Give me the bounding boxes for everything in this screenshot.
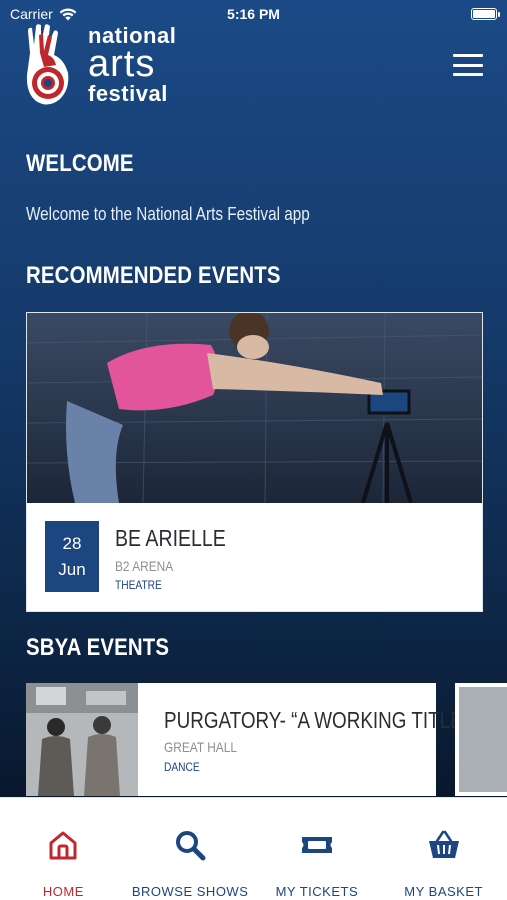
tab-my-tickets[interactable]: MY TICKETS — [254, 798, 381, 900]
recommended-event-card[interactable]: 28 Jun BE ARIELLE B2 ARENA THEATRE — [26, 312, 483, 612]
logo-line-2: arts — [88, 43, 156, 85]
bottom-tab-bar: HOME BROWSE SHOWS MY TICKETS MY BASKET — [0, 797, 507, 900]
sbya-event-venue: GREAT HALL — [164, 739, 237, 755]
app-header: national arts festival — [24, 22, 483, 108]
tab-home-label: HOME — [42, 884, 84, 899]
event-photo-art — [27, 313, 482, 503]
tab-home[interactable]: HOME — [0, 798, 127, 900]
recommended-heading: RECOMMENDED EVENTS — [26, 262, 281, 289]
sbya-event-card-next[interactable] — [455, 683, 507, 796]
battery-icon — [471, 8, 500, 20]
tab-my-basket-label: MY BASKET — [404, 884, 483, 899]
logo-wordmark: national arts festival — [88, 25, 176, 105]
tab-browse-shows-label: BROWSE SHOWS — [131, 884, 249, 899]
basket-icon — [428, 830, 459, 858]
hand-logo-icon — [26, 24, 69, 105]
battery-fill — [473, 10, 495, 18]
welcome-heading: WELCOME — [26, 150, 134, 177]
sbya-event-category: DANCE — [164, 760, 200, 774]
sbya-event-card[interactable]: PURGATORY- “A WORKING TITLE” GREAT HALL … — [26, 683, 469, 796]
sbya-event-info: PURGATORY- “A WORKING TITLE” GREAT HALL … — [138, 683, 469, 796]
ticket-icon — [301, 837, 332, 853]
welcome-text: Welcome to the National Arts Festival ap… — [26, 204, 310, 224]
logo-line-3: festival — [88, 81, 168, 106]
tab-browse-shows[interactable]: BROWSE SHOWS — [127, 798, 254, 900]
tab-my-basket[interactable]: MY BASKET — [380, 798, 507, 900]
sbya-carousel[interactable]: PURGATORY- “A WORKING TITLE” GREAT HALL … — [26, 683, 507, 796]
date-day: 28 — [62, 534, 82, 553]
sbya-event-title: PURGATORY- “A WORKING TITLE” — [164, 707, 469, 733]
sbya-photo-art — [26, 683, 138, 796]
status-left: Carrier — [10, 6, 77, 22]
sbya-event-photo — [26, 683, 138, 796]
tab-my-tickets-label: MY TICKETS — [275, 884, 359, 899]
event-venue: B2 ARENA — [115, 558, 174, 574]
sbya-heading: SBYA EVENTS — [26, 634, 170, 661]
date-badge: 28 Jun — [45, 521, 99, 592]
event-title: BE ARIELLE — [115, 525, 226, 551]
home-icon — [49, 831, 77, 860]
wifi-icon — [59, 7, 77, 20]
sbya-next-photo — [459, 687, 507, 792]
date-month: Jun — [58, 559, 86, 579]
carrier-label: Carrier — [10, 6, 53, 22]
event-category: THEATRE — [115, 578, 162, 592]
search-icon — [176, 831, 206, 861]
event-info: 28 Jun BE ARIELLE B2 ARENA THEATRE — [27, 503, 482, 613]
event-photo — [27, 313, 482, 503]
festival-logo[interactable]: national arts festival — [24, 23, 176, 107]
hamburger-menu-icon[interactable] — [453, 54, 483, 76]
